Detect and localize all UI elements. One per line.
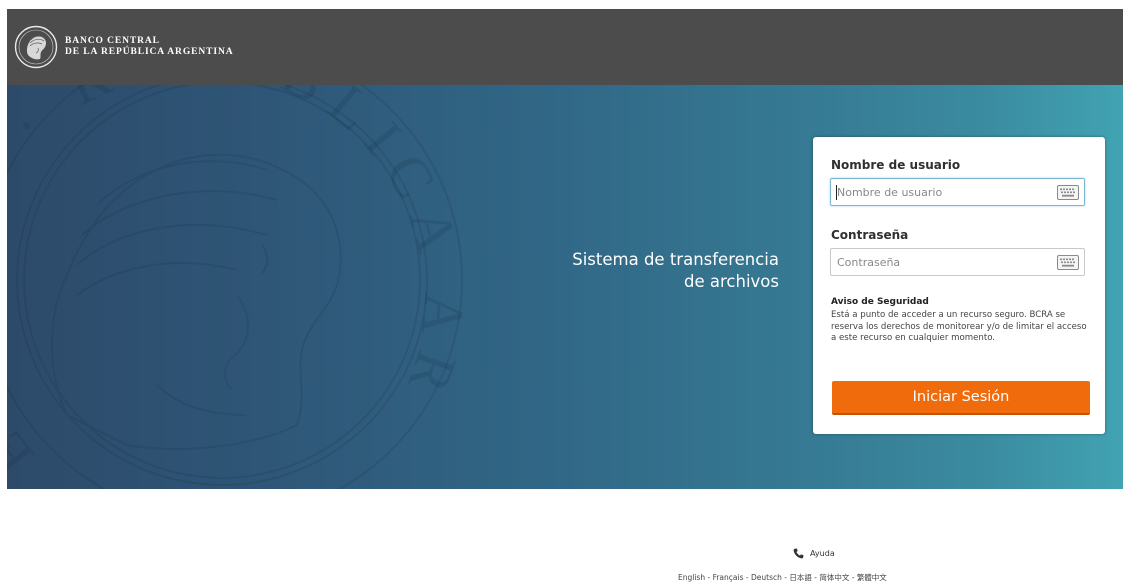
brand-line-2: DE LA REPÚBLICA ARGENTINA: [65, 47, 234, 57]
system-title-line-2: de archivos: [684, 272, 779, 291]
login-page: BANCO CENTRAL DE LA REPÚBLICA ARGENTINA …: [0, 0, 1131, 585]
seal-watermark-icon: ENTRAL · REPÚBLICA ARGENTINA: [7, 85, 463, 489]
login-form: Nombre de usuario Contraseña: [813, 137, 1105, 434]
language-japanese[interactable]: 日本語: [789, 573, 812, 582]
system-title: Sistema de transferencia de archivos: [572, 249, 779, 293]
login-button[interactable]: Iniciar Sesión: [832, 381, 1090, 415]
language-separator: -: [743, 573, 751, 582]
brand-line-1: BANCO CENTRAL: [65, 36, 160, 46]
password-input[interactable]: [831, 249, 1057, 275]
help-link[interactable]: Ayuda: [793, 546, 835, 560]
username-label: Nombre de usuario: [831, 158, 961, 172]
language-selector: English - Français - Deutsch - 日本語 - 简体中…: [678, 572, 887, 583]
language-english[interactable]: English: [678, 573, 705, 582]
help-label: Ayuda: [810, 548, 835, 558]
password-field[interactable]: [830, 248, 1085, 276]
system-title-line-1: Sistema de transferencia: [572, 250, 779, 269]
language-separator: -: [849, 573, 857, 582]
virtual-keyboard-icon[interactable]: [1057, 255, 1079, 270]
virtual-keyboard-icon[interactable]: [1057, 185, 1079, 200]
username-input[interactable]: [831, 179, 1057, 205]
language-chinese-traditional[interactable]: 繁體中文: [857, 573, 887, 582]
password-label: Contraseña: [831, 228, 909, 242]
header-bar: BANCO CENTRAL DE LA REPÚBLICA ARGENTINA: [7, 9, 1123, 85]
security-notice-title: Aviso de Seguridad: [831, 297, 929, 307]
bcra-medallion-icon: [14, 25, 58, 69]
text-cursor: [836, 185, 837, 200]
language-chinese-simplified[interactable]: 简体中文: [819, 573, 849, 582]
language-german[interactable]: Deutsch: [751, 573, 782, 582]
language-french[interactable]: Français: [713, 573, 744, 582]
brand-name: BANCO CENTRAL DE LA REPÚBLICA ARGENTINA: [65, 36, 233, 58]
language-separator: -: [705, 573, 713, 582]
security-notice-text: Está a punto de acceder a un recurso seg…: [831, 310, 1087, 343]
phone-icon: [793, 548, 804, 558]
username-field[interactable]: [830, 178, 1085, 206]
